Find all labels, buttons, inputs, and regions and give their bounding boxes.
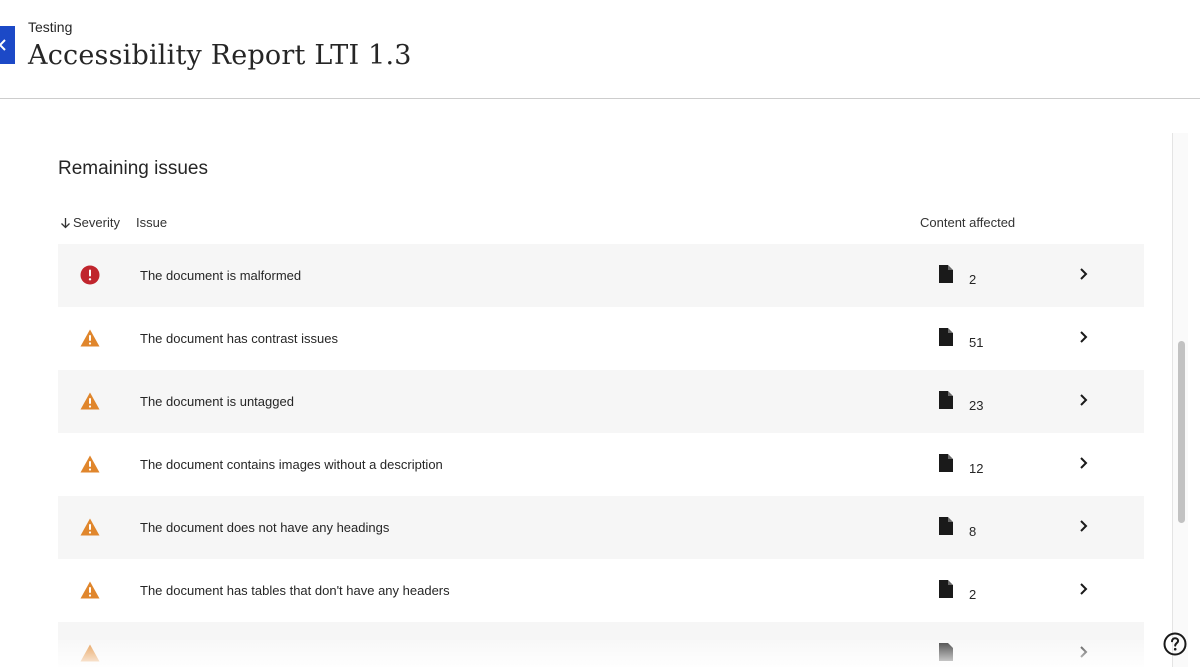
warning-triangle-icon: [80, 329, 100, 347]
warning-triangle-icon: [80, 392, 100, 410]
error-circle-icon: [80, 265, 100, 285]
issue-text: The document contains images without a d…: [140, 457, 443, 472]
issue-text: The document has contrast issues: [140, 331, 338, 346]
affected-count: 8: [969, 524, 977, 539]
chevron-right-icon[interactable]: [1078, 330, 1090, 344]
issue-text: The document is malformed: [140, 268, 302, 283]
chevron-right-icon[interactable]: [1078, 519, 1090, 533]
affected-count: 12: [969, 461, 984, 476]
issue-text: The document has tables that don't have …: [140, 583, 450, 598]
warning-triangle-icon: [80, 581, 100, 599]
warning-triangle-icon: [80, 518, 100, 536]
chevron-left-icon: [0, 39, 6, 51]
issue-row[interactable]: The document is malformed 2: [58, 244, 1144, 307]
document-icon: [939, 265, 953, 283]
vertical-scrollbar[interactable]: [1172, 133, 1188, 667]
chevron-right-icon[interactable]: [1078, 267, 1090, 281]
help-circle-icon[interactable]: [1163, 632, 1187, 656]
chevron-right-icon[interactable]: [1078, 582, 1090, 596]
severity-column-label: Severity: [73, 215, 120, 230]
scrollbar-thumb[interactable]: [1178, 341, 1185, 523]
back-button[interactable]: [0, 26, 15, 64]
issue-row[interactable]: The document does not have any headings …: [58, 496, 1144, 559]
chevron-right-icon[interactable]: [1078, 645, 1090, 659]
document-icon: [939, 328, 953, 346]
issue-text: The document does not have any headings: [140, 520, 390, 535]
affected-count: 2: [969, 272, 977, 287]
issue-row[interactable]: The document has tables that don't have …: [58, 559, 1144, 622]
issue-text: The document is untagged: [140, 394, 294, 409]
affected-count: 2: [969, 587, 977, 602]
chevron-right-icon[interactable]: [1078, 456, 1090, 470]
document-icon: [939, 517, 953, 535]
severity-column-header[interactable]: Severity: [60, 215, 120, 230]
affected-count: 23: [969, 398, 984, 413]
issue-row-partial[interactable]: [58, 622, 1144, 667]
chevron-right-icon[interactable]: [1078, 393, 1090, 407]
arrow-down-icon: [61, 217, 70, 228]
issue-column-header: Issue: [136, 215, 168, 230]
document-icon: [939, 391, 953, 409]
affected-count: 51: [969, 335, 984, 350]
issue-row[interactable]: The document is untagged 23: [58, 370, 1144, 433]
page-title: Accessibility Report LTI 1.3: [28, 40, 412, 71]
document-icon: [939, 643, 953, 661]
accessibility-report-page: Testing Accessibility Report LTI 1.3 Rem…: [0, 0, 1200, 667]
breadcrumb[interactable]: Testing: [28, 19, 72, 35]
warning-triangle-icon: [80, 644, 100, 662]
document-icon: [939, 580, 953, 598]
content-affected-column-header: Content affected: [920, 215, 1016, 230]
issue-row[interactable]: The document has contrast issues 51: [58, 307, 1144, 370]
document-icon: [939, 454, 953, 472]
issues-list: The document is malformed 2 The document…: [58, 244, 1144, 667]
issue-row[interactable]: The document contains images without a d…: [58, 433, 1144, 496]
section-title: Remaining issues: [58, 158, 208, 179]
page-header: Testing Accessibility Report LTI 1.3: [0, 0, 1200, 99]
warning-triangle-icon: [80, 455, 100, 473]
